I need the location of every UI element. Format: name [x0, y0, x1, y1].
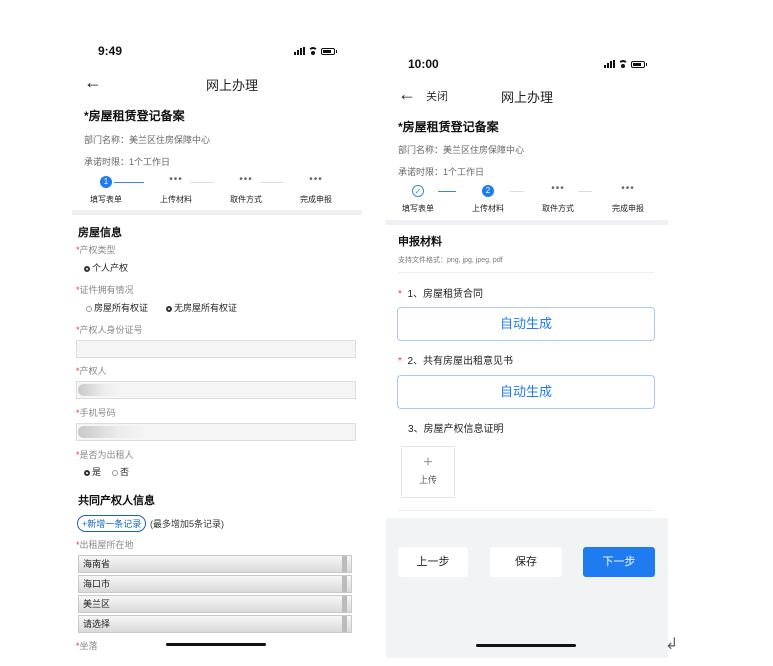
wifi-icon [618, 60, 628, 68]
right-phone-screen: 10:00 ← 关闭 网上办理 *房屋租赁登记备案 部门名称：美兰区住房保障中心… [386, 0, 668, 666]
field-label-address: *坐落 [76, 641, 98, 651]
battery-icon [631, 60, 647, 68]
material-item-property-certificate: 3、房屋产权信息证明 [408, 424, 504, 435]
radio-personal-property[interactable]: 个人产权 [84, 261, 128, 274]
radio-has-certificate[interactable]: 房屋所有权证 [86, 301, 148, 314]
step-number-badge: 2 [482, 185, 494, 197]
page-title: 网上办理 [500, 90, 553, 105]
previous-step-button[interactable]: 上一步 [398, 547, 468, 577]
field-label-property-type: *产权类型 [76, 245, 116, 255]
add-record-note: (最多增加5条记录) [150, 519, 224, 529]
field-label-phone: *手机号码 [76, 408, 116, 418]
status-time: 9:49 [98, 44, 123, 58]
radio-dot-icon [166, 305, 172, 312]
province-select[interactable]: 海南省 [78, 555, 352, 573]
divider [398, 510, 654, 511]
step-pending-dots: ••• [309, 174, 323, 185]
step-pending-dots: ••• [551, 183, 565, 194]
step-connector [438, 191, 456, 192]
wifi-icon [308, 47, 318, 55]
promise-deadline: 承诺时限：1个工作日 [398, 167, 485, 177]
step-label: 上传材料 [472, 204, 504, 213]
section-title-co-owner: 共同产权人信息 [78, 495, 155, 507]
next-step-button[interactable]: 下一步 [583, 547, 655, 577]
left-phone-screen: 9:49 ← 网上办理 *房屋租赁登记备案 部门名称：美兰区住房保障中心 承诺时… [72, 0, 362, 666]
city-select[interactable]: 海口市 [78, 575, 352, 593]
step-label: 取件方式 [230, 195, 262, 204]
status-time: 10:00 [408, 57, 439, 71]
step-pending-dots: ••• [239, 174, 253, 185]
step-number-badge: 1 [100, 176, 112, 188]
step-label: 完成申报 [612, 204, 644, 213]
radio-lessor-no[interactable]: 否 [112, 465, 129, 478]
field-label-owner: *产权人 [76, 366, 107, 376]
step-pending-dots: ••• [169, 174, 183, 185]
department-name: 部门名称：美兰区住房保障中心 [84, 135, 211, 145]
radio-lessor-yes[interactable]: 是 [84, 465, 101, 478]
material-item-lease-contract: * 1、房屋租赁合同 [398, 289, 484, 300]
save-button[interactable]: 保存 [490, 547, 562, 577]
auto-generate-button[interactable]: 自动生成 [397, 307, 655, 341]
status-bar: 10:00 [386, 57, 668, 77]
department-name: 部门名称：美兰区住房保障中心 [398, 145, 525, 155]
promise-deadline: 承诺时限：1个工作日 [84, 157, 171, 167]
step-connector [114, 182, 144, 183]
step-connector [510, 191, 524, 192]
field-label-is-lessor: *是否为出租人 [76, 450, 134, 460]
material-item-co-owner-consent: * 2、共有房屋出租意见书 [398, 356, 514, 367]
plus-icon: + [423, 454, 433, 471]
signal-icon [294, 47, 305, 55]
return-arrow-icon: ↲ [665, 636, 679, 653]
radio-dot-icon [84, 265, 90, 272]
status-bar: 9:49 [72, 44, 362, 64]
battery-icon [321, 47, 337, 55]
section-divider [72, 210, 362, 215]
section-title-house: 房屋信息 [78, 227, 122, 239]
owner-id-input[interactable] [76, 340, 356, 358]
field-label-owner-id: *产权人身份证号 [76, 325, 143, 335]
action-footer: 上一步 保存 下一步 [386, 518, 668, 658]
radio-no-certificate[interactable]: 无房屋所有权证 [166, 301, 237, 314]
step-label: 取件方式 [542, 204, 574, 213]
step-pending-dots: ••• [621, 183, 635, 194]
upload-button[interactable]: + 上传 [401, 446, 455, 498]
system-icons [604, 60, 647, 68]
step-progress: ✓ 填写表单 2 上传材料 ••• 取件方式 ••• 完成申报 [386, 183, 668, 223]
field-label-certificate: *证件拥有情况 [76, 285, 134, 295]
home-indicator[interactable] [476, 644, 576, 647]
nav-bar: ← 网上办理 [72, 72, 362, 96]
field-label-rental-location: *出租屋所在地 [76, 540, 134, 550]
step-label: 填写表单 [402, 204, 434, 213]
check-icon: ✓ [412, 185, 424, 197]
divider [398, 272, 654, 273]
street-select[interactable]: 请选择 [78, 615, 352, 633]
auto-generate-button[interactable]: 自动生成 [397, 375, 655, 409]
page-title: 网上办理 [205, 78, 258, 93]
radio-dot-icon [112, 469, 118, 476]
home-indicator[interactable] [166, 643, 266, 646]
service-title: *房屋租赁登记备案 [84, 109, 185, 123]
step-progress: 1 填写表单 ••• 上传材料 ••• 取件方式 ••• 完成申报 [72, 174, 362, 214]
file-format-hint: 支持文件格式：png, jpg, jpeg, pdf [398, 257, 503, 264]
back-arrow-icon[interactable]: ← [84, 72, 102, 92]
system-icons [294, 47, 337, 55]
redacted-value [78, 384, 120, 396]
upload-label: 上传 [418, 475, 437, 485]
radio-dot-icon [86, 305, 92, 312]
radio-dot-icon [84, 469, 90, 476]
redacted-value [78, 426, 148, 438]
step-label: 完成申报 [300, 195, 332, 204]
nav-bar: ← 关闭 网上办理 [386, 84, 668, 108]
section-title-materials: 申报材料 [398, 236, 442, 248]
service-title: *房屋租赁登记备案 [398, 120, 499, 134]
step-label: 填写表单 [90, 195, 122, 204]
step-label: 上传材料 [160, 195, 192, 204]
add-record-button[interactable]: +新增一条记录 [77, 515, 147, 532]
district-select[interactable]: 美兰区 [78, 595, 352, 613]
section-divider [386, 220, 668, 225]
signal-icon [604, 60, 615, 68]
